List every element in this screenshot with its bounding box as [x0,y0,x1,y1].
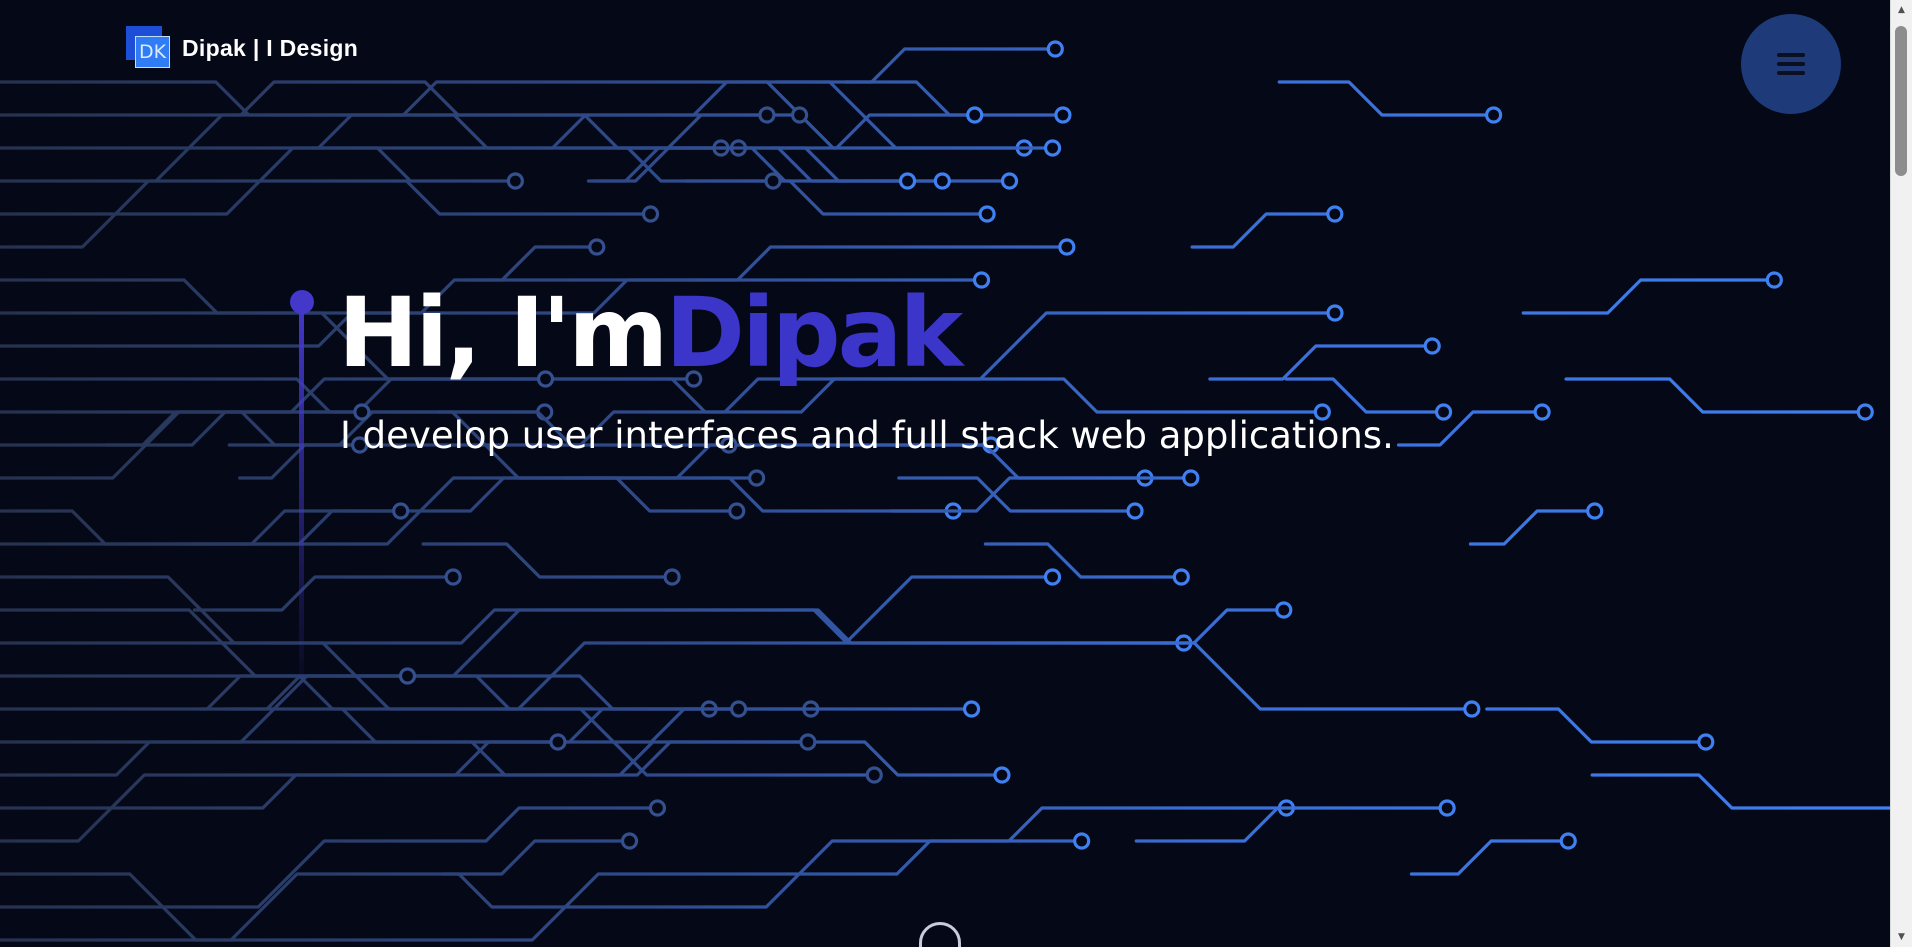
circuit-trace [441,839,625,876]
circuit-pad [1438,799,1456,817]
page-scrollbar[interactable]: ▲ ▼ [1890,0,1912,947]
circuit-board-background [0,40,1890,942]
circuit-trace [1190,212,1330,249]
circuit-pad [444,568,462,586]
circuit-pad [728,502,746,520]
circuit-pad [663,568,681,586]
circuit-trace [463,245,592,282]
brand-name: Dipak | I Design [182,34,359,61]
circuit-pad [978,205,996,223]
circuit-pad [799,733,817,751]
circuit-pad [1765,271,1783,289]
circuit-trace [223,707,553,744]
circuit-trace [897,476,1130,513]
circuit-trace [983,542,1176,579]
hamburger-menu-icon [1777,53,1805,75]
hero-title-greeting: Hi, I'm [338,277,668,389]
circuit-trace [103,410,357,447]
circuit-pad [1856,403,1874,421]
scroll-down-arrow-icon[interactable]: ▼ [1891,927,1912,947]
circuit-pad [1000,172,1019,190]
circuit-pad [791,106,809,124]
circuit-pad [764,172,782,190]
circuit-pad [1054,106,1072,124]
circuit-trace [774,47,1050,84]
circuit-pad [748,469,766,487]
page: DK Dipak | I Design Hi, I'mDipak I devel… [0,0,1912,947]
circuit-trace [1396,410,1537,447]
hero-title-name: Dipak [665,277,963,389]
circuit-trace [592,146,734,183]
circuit-pad [898,172,917,190]
circuit-trace [561,476,732,513]
circuit-trace [0,740,997,777]
circuit-pad [966,106,984,124]
circuit-trace [889,476,1140,513]
circuit-pad [1172,568,1190,586]
circuit-pad [1697,733,1715,751]
circuit-pad [1058,238,1076,256]
menu-button[interactable] [1741,14,1841,114]
circuit-trace [1277,80,1489,117]
circuit-pad [1073,832,1091,850]
circuit-trace [1409,839,1563,876]
circuit-pad [865,766,883,784]
circuit-pad [933,172,951,190]
circuit-trace [1564,377,1860,414]
circuit-pad [549,733,567,751]
circuit-pad [972,271,991,289]
logo-monogram: DK [135,36,170,68]
hero-subtitle: I develop user interfaces and full stack… [340,414,1394,457]
circuit-pad [1485,106,1503,124]
accent-line [299,302,304,702]
circuit-trace [1590,773,1890,810]
circuit-pad [758,106,776,124]
circuit-trace [310,146,510,183]
circuit-trace [0,476,948,546]
logo: DK [126,26,172,70]
circuit-trace [843,80,1058,117]
circuit-trace [1284,377,1439,414]
circuit-pad [962,700,981,718]
circuit-trace [1208,344,1427,381]
circuit-pad [1043,139,1062,157]
circuit-pad [1126,502,1144,520]
circuit-trace [1521,278,1769,315]
circuit-pad [1559,832,1577,850]
circuit-pad [729,700,748,718]
circuit-pad [1533,403,1551,421]
hero-title: Hi, I'mDipak [338,277,963,389]
circuit-trace [0,80,1048,183]
circuit-pad [1326,205,1344,223]
circuit-trace [0,608,1467,711]
circuit-trace [177,509,396,546]
circuit-pad [1586,502,1604,520]
circuit-pad [1275,601,1293,619]
circuit-pad [993,766,1011,784]
circuit-pad [588,238,606,256]
circuit-pad [1043,568,1062,586]
circuit-trace [238,443,355,480]
circuit-trace [0,113,795,216]
circuit-trace [0,839,1077,942]
scroll-up-arrow-icon[interactable]: ▲ [1891,0,1912,20]
brand[interactable]: DK Dipak | I Design [126,26,358,70]
circuit-pad [1434,403,1453,421]
circuit-pad [1326,304,1344,322]
circuit-pad [1463,700,1481,718]
circuit-pad [620,832,639,850]
circuit-pad [398,667,417,685]
scrollbar-thumb[interactable] [1895,26,1907,176]
circuit-trace [1468,509,1590,546]
circuit-pad [1046,40,1064,58]
circuit-pad [641,205,660,223]
circuit-pad [392,502,410,520]
circuit-trace [1485,707,1701,744]
circuit-pad [506,172,524,190]
circuit-trace [192,575,448,612]
circuit-pad [1182,469,1200,487]
circuit-pad [1423,337,1441,355]
circuit-pad [648,799,667,817]
